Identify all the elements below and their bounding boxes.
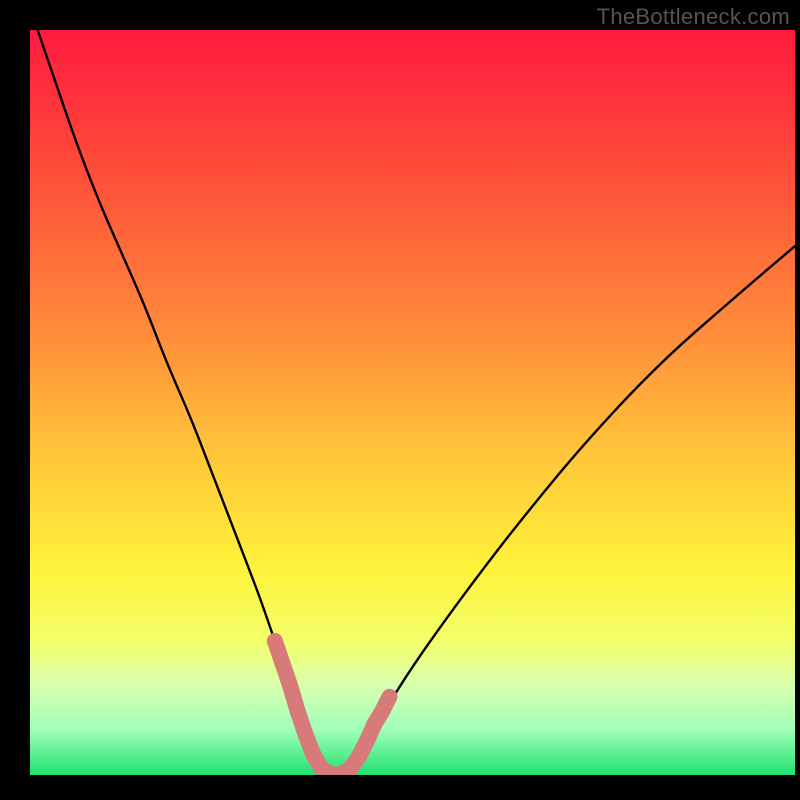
optimum-marker-segment [382, 697, 390, 712]
bottleneck-chart [0, 0, 800, 800]
watermark-text: TheBottleneck.com [597, 4, 790, 30]
chart-stage: TheBottleneck.com [0, 0, 800, 800]
heat-background [30, 30, 795, 775]
